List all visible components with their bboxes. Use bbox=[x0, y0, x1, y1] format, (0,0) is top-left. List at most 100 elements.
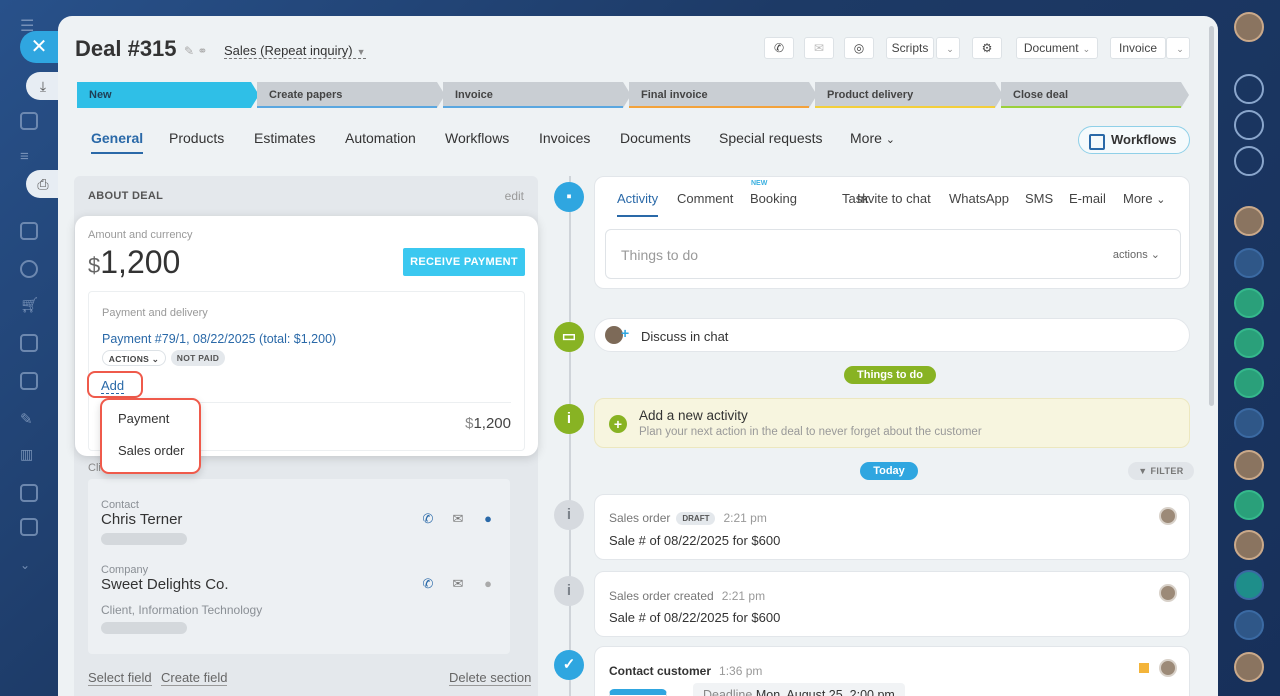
call-button[interactable]: ✆ bbox=[764, 37, 794, 59]
delete-section-link[interactable]: Delete section bbox=[449, 670, 532, 686]
tab-whatsapp[interactable]: WhatsApp bbox=[949, 191, 1009, 206]
email-button[interactable]: ✉ bbox=[804, 37, 834, 59]
discuss-in-chat-card[interactable]: + Discuss in chat bbox=[594, 318, 1190, 352]
tab-invite-to-chat[interactable]: Invite to chat bbox=[857, 191, 931, 206]
tab-email[interactable]: E-mail bbox=[1069, 191, 1106, 206]
scripts-dropdown[interactable]: ⌄ bbox=[936, 37, 960, 59]
task-icon[interactable] bbox=[1234, 570, 1264, 600]
task-icon[interactable] bbox=[1234, 408, 1264, 438]
menu-item-payment[interactable]: Payment bbox=[118, 411, 169, 426]
todo-title-text[interactable]: Contact customer bbox=[609, 664, 711, 678]
sign-icon[interactable]: ✎ bbox=[20, 410, 38, 428]
mail-icon[interactable]: ✉ bbox=[450, 576, 466, 591]
history-body[interactable]: Sale # of 08/22/2025 for $600 bbox=[609, 610, 780, 625]
contact-avatar[interactable] bbox=[1234, 450, 1264, 480]
group-icon[interactable] bbox=[1234, 288, 1264, 318]
filter-button[interactable]: ▼ FILTER bbox=[1128, 462, 1194, 480]
tab-invoices[interactable]: Invoices bbox=[539, 130, 590, 146]
crm-icon[interactable]: ≡ bbox=[20, 148, 38, 166]
invoice-button[interactable]: Invoice bbox=[1110, 37, 1166, 59]
stage-close-deal[interactable]: Close deal bbox=[1001, 82, 1189, 108]
create-field-link[interactable]: Create field bbox=[161, 670, 228, 686]
tab-activity[interactable]: Activity bbox=[617, 191, 659, 217]
shop-icon[interactable]: 🛒︎ bbox=[20, 296, 39, 314]
invoice-dropdown[interactable]: ⌄ bbox=[1166, 37, 1190, 59]
checkmark-icon[interactable]: ✓ bbox=[554, 650, 584, 680]
phone-icon[interactable]: ✆ bbox=[420, 576, 436, 591]
history-body[interactable]: Sale # of 08/22/2025 for $600 bbox=[609, 533, 780, 548]
edit-title-icon[interactable]: ✎ ⚭ bbox=[184, 44, 207, 58]
tab-documents[interactable]: Documents bbox=[620, 130, 691, 146]
print-icon[interactable]: ⎙ bbox=[26, 170, 60, 198]
pipeline-selector[interactable]: Sales (Repeat inquiry) ▼ bbox=[224, 43, 366, 59]
tab-more[interactable]: More ⌄ bbox=[850, 130, 895, 146]
tasks-icon[interactable] bbox=[20, 112, 38, 130]
author-avatar[interactable] bbox=[1159, 584, 1177, 602]
chat-bubble-icon[interactable] bbox=[1234, 368, 1264, 398]
select-field-link[interactable]: Select field bbox=[88, 670, 152, 686]
user-avatar[interactable] bbox=[1234, 12, 1264, 42]
deadline-field[interactable]: Deadline Mon, August 25, 2:00 pm bbox=[693, 683, 905, 696]
scripts-button[interactable]: Scripts bbox=[886, 37, 934, 59]
analytics-icon[interactable]: ▥ bbox=[20, 446, 38, 464]
contact-name[interactable]: Chris Terner bbox=[101, 511, 182, 528]
add-activity-card[interactable]: + Add a new activity Plan your next acti… bbox=[594, 398, 1190, 448]
color-marker-icon[interactable] bbox=[1139, 663, 1149, 673]
minimize-icon[interactable]: ⤓ bbox=[26, 72, 60, 100]
tab-workflows[interactable]: Workflows bbox=[445, 130, 509, 146]
document-button[interactable]: Document ⌄ bbox=[1016, 37, 1098, 59]
tab-products[interactable]: Products bbox=[169, 130, 224, 146]
menu-item-sales-order[interactable]: Sales order bbox=[118, 443, 184, 458]
chat-icon[interactable]: ● bbox=[480, 511, 496, 526]
tab-booking[interactable]: Booking bbox=[750, 191, 797, 206]
tab-comment[interactable]: Comment bbox=[677, 191, 733, 206]
receive-payment-button[interactable]: RECEIVE PAYMENT bbox=[403, 248, 525, 276]
tab-automation[interactable]: Automation bbox=[345, 130, 416, 146]
tab-more[interactable]: More ⌄ bbox=[1123, 191, 1165, 206]
tab-estimates[interactable]: Estimates bbox=[254, 130, 315, 146]
chat-button[interactable]: ◎ bbox=[844, 37, 874, 59]
workflows-button[interactable]: Workflows bbox=[1078, 126, 1190, 154]
contact-avatar[interactable] bbox=[1234, 530, 1264, 560]
marketing-icon[interactable] bbox=[20, 260, 38, 278]
notifications-icon[interactable] bbox=[1234, 74, 1264, 104]
mail-icon[interactable]: ✉ bbox=[450, 511, 466, 526]
scrollbar[interactable] bbox=[1209, 26, 1214, 406]
phone-icon[interactable]: ✆ bbox=[420, 511, 436, 526]
copilot-icon[interactable] bbox=[1234, 110, 1264, 140]
stage-invoice[interactable]: Invoice bbox=[443, 82, 631, 108]
actions-dropdown[interactable]: ACTIONS ⌄ bbox=[102, 350, 166, 366]
todo-input[interactable]: Things to do actions ⌄ bbox=[605, 229, 1181, 279]
close-slider-button[interactable]: ✕ bbox=[20, 31, 58, 63]
contact-avatar[interactable] bbox=[1234, 652, 1264, 682]
stage-create-papers[interactable]: Create papers bbox=[257, 82, 445, 108]
edit-section-link[interactable]: edit bbox=[505, 189, 524, 203]
history-title-text[interactable]: Sales order bbox=[609, 511, 670, 525]
company-name[interactable]: Sweet Delights Co. bbox=[101, 576, 229, 593]
task-icon[interactable] bbox=[1234, 490, 1264, 520]
stage-new[interactable]: New bbox=[77, 82, 259, 108]
author-avatar[interactable] bbox=[1159, 507, 1177, 525]
stage-final-invoice[interactable]: Final invoice bbox=[629, 82, 817, 108]
todo-actions-dropdown[interactable]: actions ⌄ bbox=[1113, 248, 1160, 261]
documents-icon[interactable] bbox=[20, 372, 38, 390]
author-avatar[interactable] bbox=[1159, 659, 1177, 677]
contact-avatar[interactable] bbox=[1234, 206, 1264, 236]
stage-product-delivery[interactable]: Product delivery bbox=[815, 82, 1003, 108]
tab-general[interactable]: General bbox=[91, 130, 144, 154]
open-channel-icon[interactable] bbox=[1234, 248, 1264, 278]
chat-icon[interactable] bbox=[1234, 146, 1264, 176]
tab-sms[interactable]: SMS bbox=[1025, 191, 1053, 206]
settings-button[interactable]: ⚙ bbox=[972, 37, 1002, 59]
chevron-down-icon[interactable]: ⌄ bbox=[20, 556, 38, 574]
group-icon[interactable] bbox=[1234, 328, 1264, 358]
tab-special-requests[interactable]: Special requests bbox=[719, 130, 823, 146]
inventory-icon[interactable] bbox=[20, 334, 38, 352]
sites-icon[interactable] bbox=[20, 222, 38, 240]
task-icon[interactable] bbox=[1234, 610, 1264, 640]
contact-center-icon[interactable] bbox=[20, 484, 38, 502]
market-icon[interactable] bbox=[20, 518, 38, 536]
chat-icon[interactable]: ● bbox=[480, 576, 496, 591]
payment-link[interactable]: Payment #79/1, 08/22/2025 (total: $1,200… bbox=[102, 332, 336, 346]
add-link[interactable]: Add bbox=[101, 379, 125, 394]
